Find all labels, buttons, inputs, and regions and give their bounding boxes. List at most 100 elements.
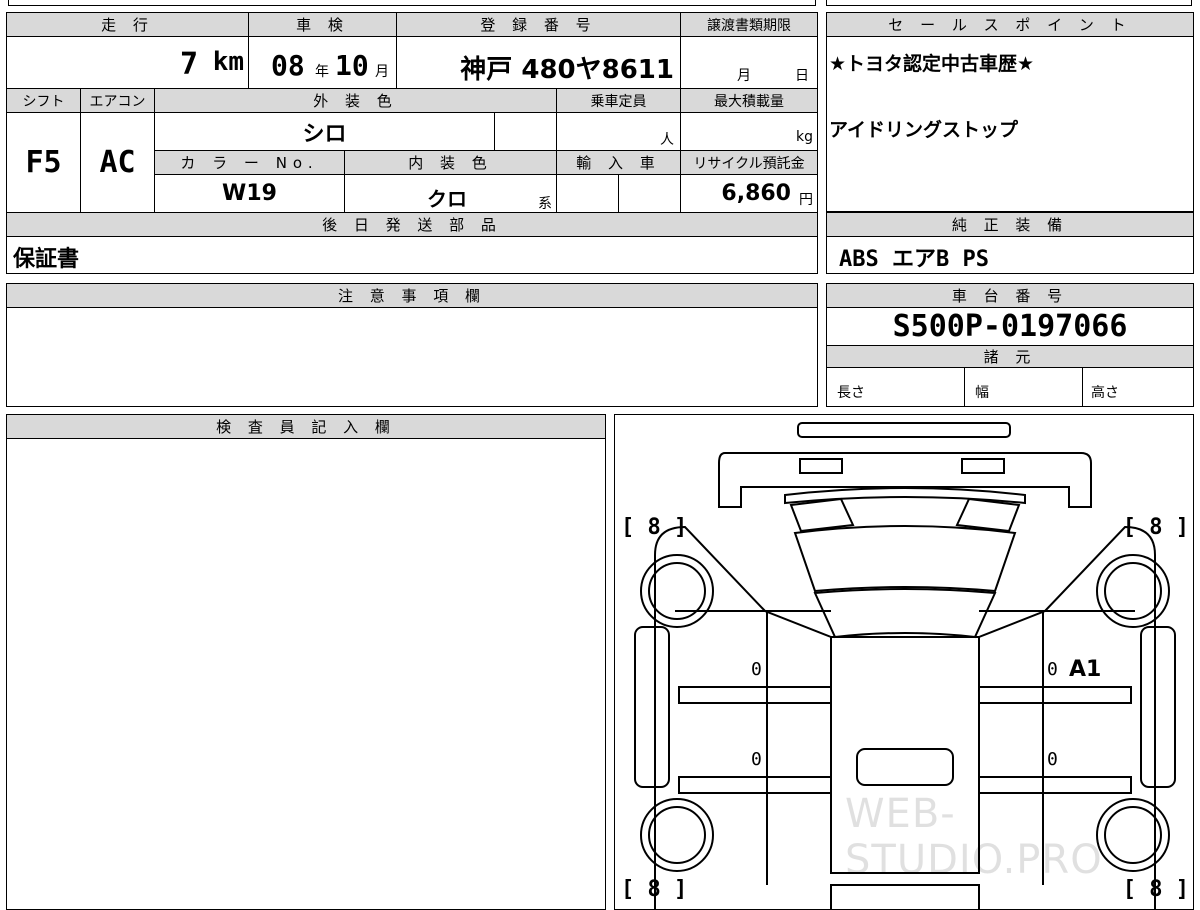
- mark-rear-right: 0: [1047, 659, 1058, 680]
- exterior-color-extra-cell: [495, 113, 557, 151]
- interior-color-value: クロ: [427, 187, 467, 211]
- skirt-left: [634, 626, 670, 788]
- inspection-header: 車 検: [249, 13, 397, 37]
- tail-light-left: [799, 458, 843, 474]
- tire-rear-left-label: [ 8 ]: [621, 515, 688, 540]
- shift-value: F5: [25, 145, 62, 180]
- max-load-unit: kg: [796, 129, 813, 145]
- exterior-color-cell: シロ: [155, 113, 495, 151]
- inspector-header: 検 査 員 記 入 欄: [7, 415, 605, 439]
- sales-point-line-1: ★トヨタ認定中古車歴★: [829, 53, 1035, 75]
- registration-header: 登 録 番 号: [397, 13, 681, 37]
- recycle-value-cell: 6,860 円: [681, 175, 817, 213]
- mark-front-right: 0: [1047, 749, 1058, 770]
- capacity-value-cell: 人: [557, 113, 681, 151]
- sales-point-line-2: アイドリングストップ: [829, 119, 1019, 141]
- body-outline-left: [654, 525, 832, 909]
- inspection-year: 08: [271, 49, 305, 82]
- length-cell: 長さ: [827, 368, 965, 406]
- vehicle-info-block: 走 行 車 検 登 録 番 号 譲渡書類期限 7 km 08 年 10 月 神戸…: [6, 12, 818, 274]
- max-load-header: 最大積載量: [681, 89, 817, 113]
- import-cell-b: [619, 175, 681, 213]
- height-cell: 高さ: [1083, 368, 1193, 406]
- registration-number: 神戸 480ヤ8611: [460, 55, 674, 85]
- chassis-number-header: 車 台 番 号: [827, 284, 1193, 308]
- wheel-rear-left: [640, 554, 714, 628]
- console-shape: [856, 748, 954, 786]
- color-no-cell: W19: [155, 175, 345, 213]
- width-label: 幅: [975, 385, 989, 401]
- car-diagram-panel: [ 8 ] [ 8 ] [ 8 ] [ 8 ] 0 0 A1 0 0 WEB-S…: [614, 414, 1194, 910]
- top-cutoff-strip: [8, 0, 816, 6]
- door-left-rear: [678, 686, 832, 704]
- chassis-number-cell: S500P-0197066: [827, 308, 1193, 346]
- rear-bar-shape: [797, 422, 1011, 438]
- capacity-header: 乗車定員: [557, 89, 681, 113]
- sales-point-header: セ ー ル ス ポ イ ン ト: [827, 13, 1193, 37]
- interior-color-cell: クロ 系: [345, 175, 557, 213]
- wheel-rear-right: [1096, 554, 1170, 628]
- recycle-header: リサイクル預託金: [681, 151, 817, 175]
- notes-header: 注 意 事 項 欄: [7, 284, 817, 308]
- year-unit: 年: [315, 64, 329, 80]
- registration-value-cell: 神戸 480ヤ8611: [397, 37, 681, 89]
- aircon-value: AC: [99, 145, 136, 180]
- wheel-front-left: [640, 798, 714, 872]
- door-right-rear: [978, 686, 1132, 704]
- inspection-month: 10: [335, 49, 369, 82]
- exterior-color-value: シロ: [302, 121, 347, 147]
- genuine-equipment-value: ABS エアB PS: [839, 247, 989, 272]
- shift-header: シフト: [7, 89, 81, 113]
- aircon-value-cell: AC: [81, 113, 155, 213]
- specs-header: 諸 元: [827, 346, 1193, 368]
- later-parts-header: 後 日 発 送 部 品: [7, 213, 817, 237]
- later-parts-value: 保証書: [13, 247, 80, 272]
- color-no-header: カ ラ ー No.: [155, 151, 345, 175]
- wheel-front-left-inner: [648, 806, 706, 864]
- width-cell: 幅: [965, 368, 1083, 406]
- height-label: 高さ: [1091, 385, 1119, 401]
- interior-color-header: 内 装 色: [345, 151, 557, 175]
- trunk-deck-shape: [793, 525, 1017, 593]
- transfer-deadline-cell: 月 日: [681, 37, 817, 89]
- exterior-color-header: 外 装 色: [155, 89, 557, 113]
- mark-front-left: 0: [751, 749, 762, 770]
- mileage-header: 走 行: [7, 13, 249, 37]
- mileage-value-cell: 7 km: [7, 37, 249, 89]
- sales-point-block: セ ー ル ス ポ イ ン ト ★トヨタ認定中古車歴★ アイドリングストップ: [826, 12, 1194, 212]
- front-hood-shape: [830, 884, 980, 909]
- chassis-block: 車 台 番 号 S500P-0197066 諸 元 長さ 幅 高さ: [826, 283, 1194, 407]
- max-load-value-cell: kg: [681, 113, 817, 151]
- rear-quarter-left: [789, 497, 855, 533]
- top-cutoff-strip-right: [826, 0, 1192, 6]
- rear-quarter-right: [955, 497, 1021, 533]
- genuine-equipment-header: 純 正 装 備: [827, 213, 1193, 237]
- import-cell-a: [557, 175, 619, 213]
- interior-color-suffix: 系: [538, 196, 552, 212]
- inspector-block: 検 査 員 記 入 欄: [6, 414, 606, 910]
- skirt-right: [1140, 626, 1176, 788]
- import-header: 輸 入 車: [557, 151, 681, 175]
- tail-light-right: [961, 458, 1005, 474]
- recycle-unit: 円: [799, 192, 813, 208]
- notes-block: 注 意 事 項 欄: [6, 283, 818, 407]
- length-label: 長さ: [837, 385, 865, 401]
- door-left-front: [678, 776, 832, 794]
- capacity-unit: 人: [660, 132, 674, 148]
- mileage-unit: km: [212, 47, 244, 77]
- chassis-number-value: S500P-0197066: [892, 309, 1128, 344]
- roof-shape: [813, 588, 997, 639]
- transfer-day-unit: 日: [795, 68, 809, 84]
- month-unit: 月: [375, 64, 389, 80]
- damage-code: A1: [1069, 657, 1102, 682]
- recycle-amount: 6,860: [721, 181, 791, 206]
- tire-rear-right-label: [ 8 ]: [1122, 515, 1189, 540]
- color-no-value: W19: [222, 181, 277, 206]
- transfer-month-unit: 月: [737, 68, 751, 84]
- tire-front-left-label: [ 8 ]: [621, 877, 688, 902]
- transfer-deadline-header: 譲渡書類期限: [681, 13, 817, 37]
- aircon-header: エアコン: [81, 89, 155, 113]
- mark-rear-left: 0: [751, 659, 762, 680]
- watermark: WEB-STUDIO.PRO: [845, 791, 1103, 883]
- genuine-equipment-block: 純 正 装 備 ABS エアB PS: [826, 212, 1194, 274]
